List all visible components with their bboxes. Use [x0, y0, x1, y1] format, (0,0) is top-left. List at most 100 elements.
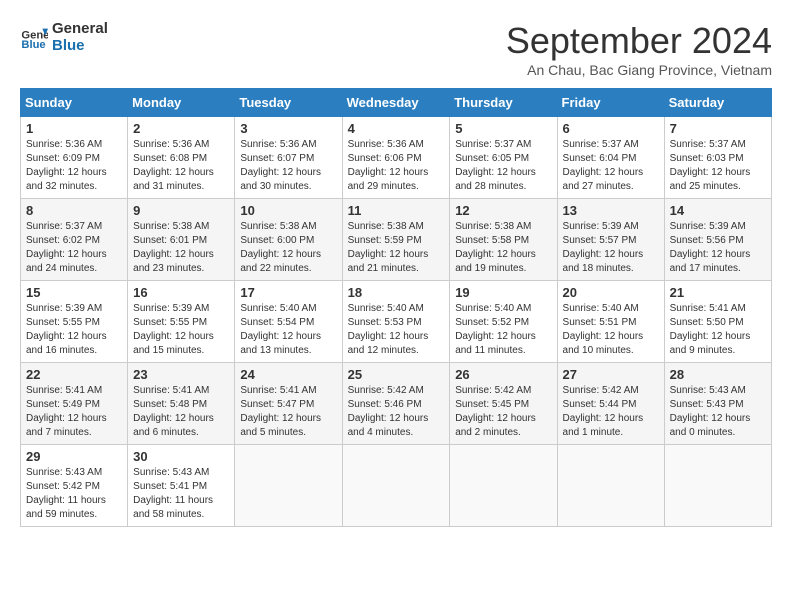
day-number: 25 [348, 367, 445, 382]
calendar-cell [342, 445, 450, 527]
day-info: Sunrise: 5:42 AM Sunset: 5:46 PM Dayligh… [348, 384, 445, 440]
logo-icon: General Blue [20, 23, 48, 51]
col-saturday: Saturday [664, 89, 771, 117]
day-info: Sunrise: 5:36 AM Sunset: 6:08 PM Dayligh… [133, 138, 229, 194]
day-info: Sunrise: 5:37 AM Sunset: 6:05 PM Dayligh… [455, 138, 551, 194]
day-number: 29 [26, 449, 122, 464]
day-info: Sunrise: 5:42 AM Sunset: 5:45 PM Dayligh… [455, 384, 551, 440]
calendar-cell: 28Sunrise: 5:43 AM Sunset: 5:43 PM Dayli… [664, 363, 771, 445]
day-number: 22 [26, 367, 122, 382]
day-number: 16 [133, 285, 229, 300]
day-info: Sunrise: 5:37 AM Sunset: 6:04 PM Dayligh… [563, 138, 659, 194]
day-number: 15 [26, 285, 122, 300]
calendar-cell: 18Sunrise: 5:40 AM Sunset: 5:53 PM Dayli… [342, 281, 450, 363]
day-number: 7 [670, 121, 766, 136]
col-wednesday: Wednesday [342, 89, 450, 117]
day-number: 30 [133, 449, 229, 464]
calendar-week-4: 22 Sunrise: 5:41 AM Sunset: 5:49 PM Dayli… [21, 363, 772, 445]
calendar-cell: 5 Sunrise: 5:37 AM Sunset: 6:05 PM Daylig… [450, 117, 557, 199]
day-info: Sunrise: 5:41 AM Sunset: 5:50 PM Dayligh… [670, 302, 766, 358]
calendar-cell: 3 Sunrise: 5:36 AM Sunset: 6:07 PM Daylig… [235, 117, 342, 199]
day-number: 24 [240, 367, 336, 382]
title-area: September 2024 An Chau, Bac Giang Provin… [506, 20, 772, 78]
day-info: Sunrise: 5:39 AM Sunset: 5:57 PM Dayligh… [563, 220, 659, 276]
day-number: 4 [348, 121, 445, 136]
day-number: 27 [563, 367, 659, 382]
day-number: 6 [563, 121, 659, 136]
header: General Blue General Blue September 2024… [20, 20, 772, 78]
day-number: 21 [670, 285, 766, 300]
day-info: Sunrise: 5:43 AM Sunset: 5:43 PM Dayligh… [670, 384, 766, 440]
day-info: Sunrise: 5:36 AM Sunset: 6:06 PM Dayligh… [348, 138, 445, 194]
col-sunday: Sunday [21, 89, 128, 117]
svg-text:Blue: Blue [21, 39, 45, 51]
calendar-cell: 14Sunrise: 5:39 AM Sunset: 5:56 PM Dayli… [664, 199, 771, 281]
calendar-cell: 4 Sunrise: 5:36 AM Sunset: 6:06 PM Daylig… [342, 117, 450, 199]
calendar-cell [664, 445, 771, 527]
day-info: Sunrise: 5:43 AM Sunset: 5:41 PM Dayligh… [133, 466, 229, 522]
day-number: 19 [455, 285, 551, 300]
day-info: Sunrise: 5:41 AM Sunset: 5:47 PM Dayligh… [240, 384, 336, 440]
calendar-week-2: 8 Sunrise: 5:37 AM Sunset: 6:02 PM Daylig… [21, 199, 772, 281]
calendar-cell: 8 Sunrise: 5:37 AM Sunset: 6:02 PM Daylig… [21, 199, 128, 281]
day-number: 10 [240, 203, 336, 218]
day-info: Sunrise: 5:40 AM Sunset: 5:52 PM Dayligh… [455, 302, 551, 358]
col-friday: Friday [557, 89, 664, 117]
calendar-cell: 19 Sunrise: 5:40 AM Sunset: 5:52 PM Dayli… [450, 281, 557, 363]
day-info: Sunrise: 5:42 AM Sunset: 5:44 PM Dayligh… [563, 384, 659, 440]
calendar-cell: 7 Sunrise: 5:37 AM Sunset: 6:03 PM Daylig… [664, 117, 771, 199]
col-tuesday: Tuesday [235, 89, 342, 117]
calendar-cell: 10 Sunrise: 5:38 AM Sunset: 6:00 PM Dayli… [235, 199, 342, 281]
day-info: Sunrise: 5:41 AM Sunset: 5:49 PM Dayligh… [26, 384, 122, 440]
calendar-cell [235, 445, 342, 527]
subtitle: An Chau, Bac Giang Province, Vietnam [506, 62, 772, 78]
day-info: Sunrise: 5:36 AM Sunset: 6:09 PM Dayligh… [26, 138, 122, 194]
calendar-week-5: 29 Sunrise: 5:43 AM Sunset: 5:42 PM Dayli… [21, 445, 772, 527]
day-info: Sunrise: 5:36 AM Sunset: 6:07 PM Dayligh… [240, 138, 336, 194]
day-info: Sunrise: 5:38 AM Sunset: 6:01 PM Dayligh… [133, 220, 229, 276]
day-number: 23 [133, 367, 229, 382]
day-info: Sunrise: 5:43 AM Sunset: 5:42 PM Dayligh… [26, 466, 122, 522]
day-info: Sunrise: 5:38 AM Sunset: 6:00 PM Dayligh… [240, 220, 336, 276]
day-number: 1 [26, 121, 122, 136]
logo-line2: Blue [52, 37, 108, 54]
calendar-cell: 9Sunrise: 5:38 AM Sunset: 6:01 PM Daylig… [128, 199, 235, 281]
calendar-cell: 23Sunrise: 5:41 AM Sunset: 5:48 PM Dayli… [128, 363, 235, 445]
day-info: Sunrise: 5:40 AM Sunset: 5:53 PM Dayligh… [348, 302, 445, 358]
calendar-cell: 15Sunrise: 5:39 AM Sunset: 5:55 PM Dayli… [21, 281, 128, 363]
logo: General Blue General Blue [20, 20, 108, 54]
calendar-cell: 16 Sunrise: 5:39 AM Sunset: 5:55 PM Dayli… [128, 281, 235, 363]
calendar-cell: 22 Sunrise: 5:41 AM Sunset: 5:49 PM Dayli… [21, 363, 128, 445]
header-row: Sunday Monday Tuesday Wednesday Thursday… [21, 89, 772, 117]
day-number: 20 [563, 285, 659, 300]
calendar-cell: 17Sunrise: 5:40 AM Sunset: 5:54 PM Dayli… [235, 281, 342, 363]
day-info: Sunrise: 5:37 AM Sunset: 6:02 PM Dayligh… [26, 220, 122, 276]
day-info: Sunrise: 5:39 AM Sunset: 5:55 PM Dayligh… [133, 302, 229, 358]
day-number: 11 [348, 203, 445, 218]
calendar-cell: 27 Sunrise: 5:42 AM Sunset: 5:44 PM Dayli… [557, 363, 664, 445]
day-number: 12 [455, 203, 551, 218]
day-info: Sunrise: 5:37 AM Sunset: 6:03 PM Dayligh… [670, 138, 766, 194]
calendar-cell: 25 Sunrise: 5:42 AM Sunset: 5:46 PM Dayli… [342, 363, 450, 445]
calendar-cell [557, 445, 664, 527]
day-number: 5 [455, 121, 551, 136]
col-thursday: Thursday [450, 89, 557, 117]
calendar-cell: 29 Sunrise: 5:43 AM Sunset: 5:42 PM Dayli… [21, 445, 128, 527]
calendar-cell: 13 Sunrise: 5:39 AM Sunset: 5:57 PM Dayli… [557, 199, 664, 281]
calendar-cell: 2 Sunrise: 5:36 AM Sunset: 6:08 PM Daylig… [128, 117, 235, 199]
calendar-cell: 26 Sunrise: 5:42 AM Sunset: 5:45 PM Dayli… [450, 363, 557, 445]
calendar-week-1: 1 Sunrise: 5:36 AM Sunset: 6:09 PM Daylig… [21, 117, 772, 199]
day-number: 13 [563, 203, 659, 218]
col-monday: Monday [128, 89, 235, 117]
day-info: Sunrise: 5:38 AM Sunset: 5:58 PM Dayligh… [455, 220, 551, 276]
day-number: 8 [26, 203, 122, 218]
day-info: Sunrise: 5:40 AM Sunset: 5:54 PM Dayligh… [240, 302, 336, 358]
day-number: 26 [455, 367, 551, 382]
day-number: 3 [240, 121, 336, 136]
calendar-cell [450, 445, 557, 527]
calendar-cell: 1 Sunrise: 5:36 AM Sunset: 6:09 PM Daylig… [21, 117, 128, 199]
day-number: 2 [133, 121, 229, 136]
day-info: Sunrise: 5:38 AM Sunset: 5:59 PM Dayligh… [348, 220, 445, 276]
day-info: Sunrise: 5:39 AM Sunset: 5:56 PM Dayligh… [670, 220, 766, 276]
calendar-cell: 21 Sunrise: 5:41 AM Sunset: 5:50 PM Dayli… [664, 281, 771, 363]
